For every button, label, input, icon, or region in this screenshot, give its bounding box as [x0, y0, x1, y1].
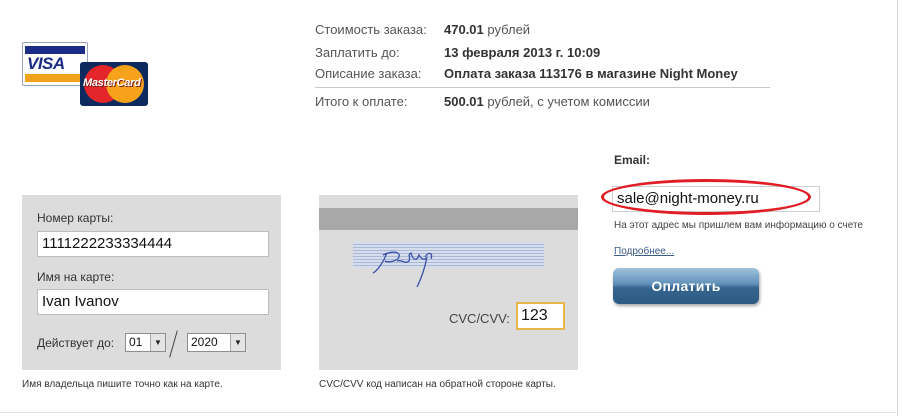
order-total-label: Итого к оплате: — [315, 94, 408, 109]
order-cost-unit: рублей — [487, 22, 531, 37]
page-border-bottom — [0, 412, 898, 413]
card-logos: VISA MasterCard — [22, 42, 152, 112]
order-total-suffix: рублей, с учетом комиссии — [487, 94, 650, 109]
card-name-label: Имя на карте: — [37, 270, 115, 284]
chevron-down-icon: ▼ — [230, 334, 245, 351]
email-label: Email: — [614, 153, 651, 167]
cvc-label: CVC/CVV: — [449, 311, 510, 326]
visa-logo-icon: VISA — [22, 42, 88, 86]
card-name-input[interactable]: Ivan Ivanov — [37, 289, 269, 315]
mastercard-logo-text: MasterCard — [83, 77, 141, 89]
expiry-month-select[interactable]: 01 ▼ — [125, 333, 166, 352]
card-number-input[interactable]: 1111222233334444 — [37, 231, 269, 257]
mastercard-logo-icon: MasterCard — [80, 62, 148, 106]
order-total-value: 500.01 — [444, 94, 484, 109]
signature-icon — [372, 251, 433, 288]
order-divider — [315, 87, 770, 88]
more-info-link[interactable]: Подробнее... — [614, 246, 674, 257]
expiry-label: Действует до: — [37, 336, 115, 350]
order-description-value: Оплата заказа 113176 в магазине Night Mo… — [444, 66, 738, 81]
magnetic-stripe — [319, 208, 578, 230]
cvc-note: CVC/CVV код написан на обратной стороне … — [319, 379, 556, 390]
page-border-right — [897, 0, 898, 416]
cvc-input[interactable]: 123 — [516, 302, 565, 330]
expiry-year-value: 2020 — [191, 335, 218, 349]
card-back-panel: CVC/CVV: 123 — [319, 195, 578, 370]
email-note: На этот адрес мы пришлем вам информацию … — [614, 220, 863, 231]
order-cost-label: Стоимость заказа: — [315, 22, 427, 37]
order-cost-value: 470.01 — [444, 22, 484, 37]
pay-button[interactable]: Оплатить — [613, 268, 759, 304]
order-description-label: Описание заказа: — [315, 66, 422, 81]
expiry-month-value: 01 — [129, 335, 143, 349]
pay-until-label: Заплатить до: — [315, 45, 400, 60]
visa-logo-text: VISA — [27, 54, 65, 73]
pay-until-value: 13 февраля 2013 г. 10:09 — [444, 45, 601, 60]
chevron-down-icon: ▼ — [150, 334, 165, 351]
card-name-note: Имя владельца пишите точно как на карте. — [22, 379, 223, 390]
expiry-year-select[interactable]: 2020 ▼ — [187, 333, 246, 352]
card-number-label: Номер карты: — [37, 211, 114, 225]
email-input[interactable]: sale@night-money.ru — [612, 186, 820, 212]
